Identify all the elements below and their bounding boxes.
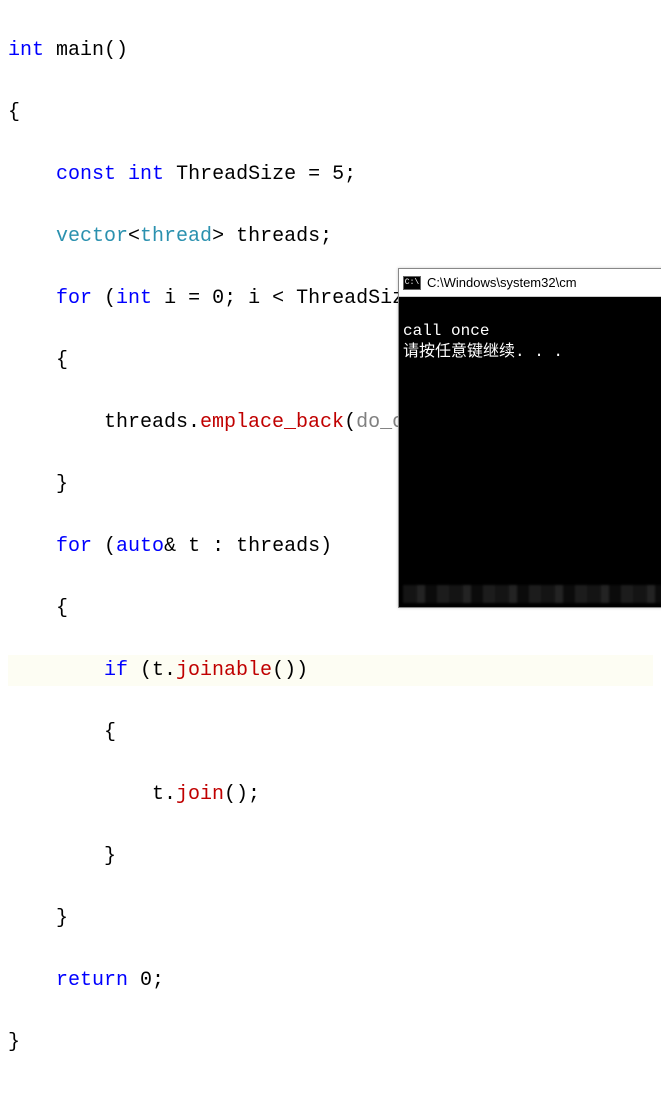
code-line: { xyxy=(8,717,653,748)
console-line: 请按任意键继续. . . xyxy=(403,342,661,364)
window-titlebar[interactable]: C:\ C:\Windows\system32\cm xyxy=(399,269,661,297)
window-title: C:\Windows\system32\cm xyxy=(427,275,577,290)
code-line: } xyxy=(8,1027,653,1058)
code-line: vector<thread> threads; xyxy=(8,221,653,252)
console-output[interactable]: call once请按任意键继续. . . xyxy=(399,297,661,607)
command-prompt-window[interactable]: C:\ C:\Windows\system32\cm call once请按任意… xyxy=(398,268,661,608)
code-line: return 0; xyxy=(8,965,653,996)
code-line: { xyxy=(8,97,653,128)
code-line: } xyxy=(8,841,653,872)
console-line: call once xyxy=(403,321,661,343)
code-line: int main() xyxy=(8,35,653,66)
code-line-active: if (t.joinable()) xyxy=(8,655,653,686)
code-line: t.join(); xyxy=(8,779,653,810)
code-line: } xyxy=(8,903,653,934)
code-line: const int ThreadSize = 5; xyxy=(8,159,653,190)
pixelated-region xyxy=(403,585,661,603)
cmd-icon: C:\ xyxy=(403,276,421,290)
